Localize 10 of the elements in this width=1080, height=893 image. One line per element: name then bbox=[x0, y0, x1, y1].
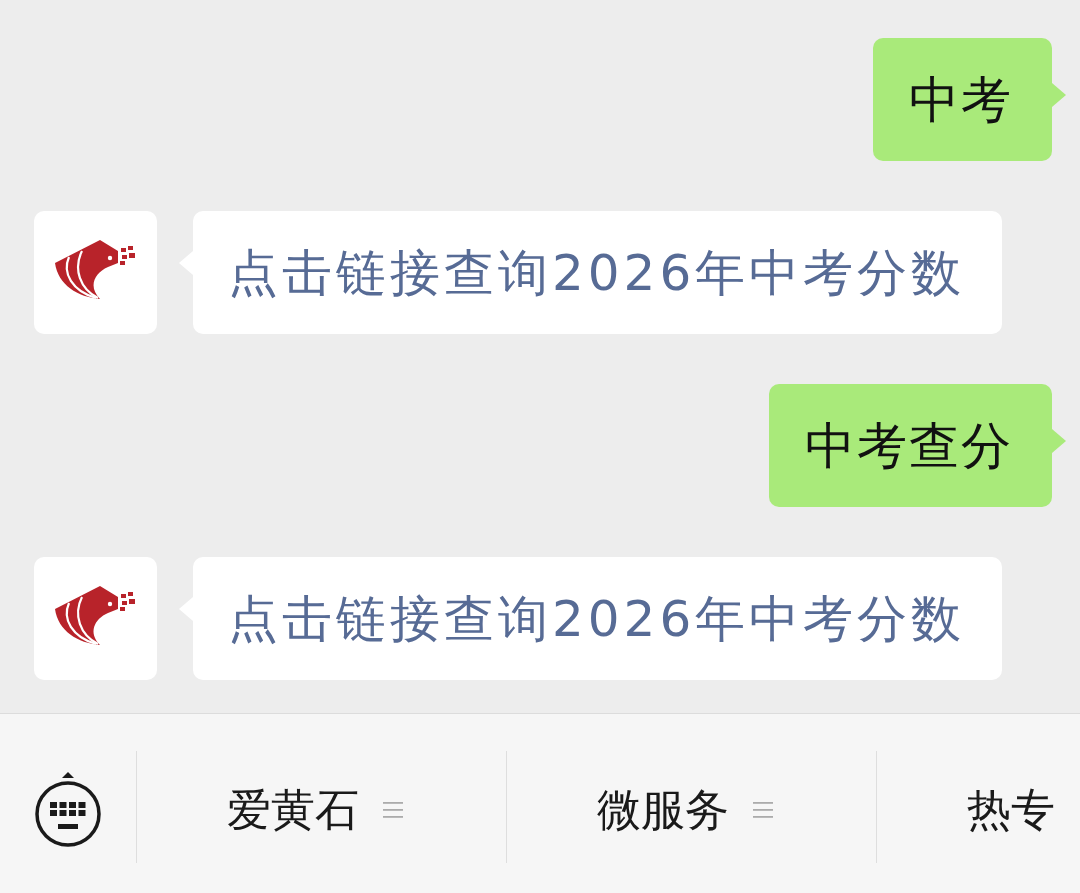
avatar-logo-icon bbox=[34, 557, 157, 680]
avatar-logo-icon bbox=[34, 211, 157, 334]
message-text: 中考查分 bbox=[805, 415, 1013, 476]
menu-lines-icon bbox=[753, 801, 773, 819]
message-text: 中考 bbox=[909, 69, 1013, 130]
keyboard-icon bbox=[32, 770, 104, 850]
menu-button[interactable]: 热专 bbox=[967, 784, 1055, 836]
menu-button[interactable]: 爱黄石 bbox=[227, 784, 403, 836]
menu-lines-icon bbox=[383, 801, 403, 819]
menu-button[interactable]: 微服务 bbox=[597, 784, 773, 836]
